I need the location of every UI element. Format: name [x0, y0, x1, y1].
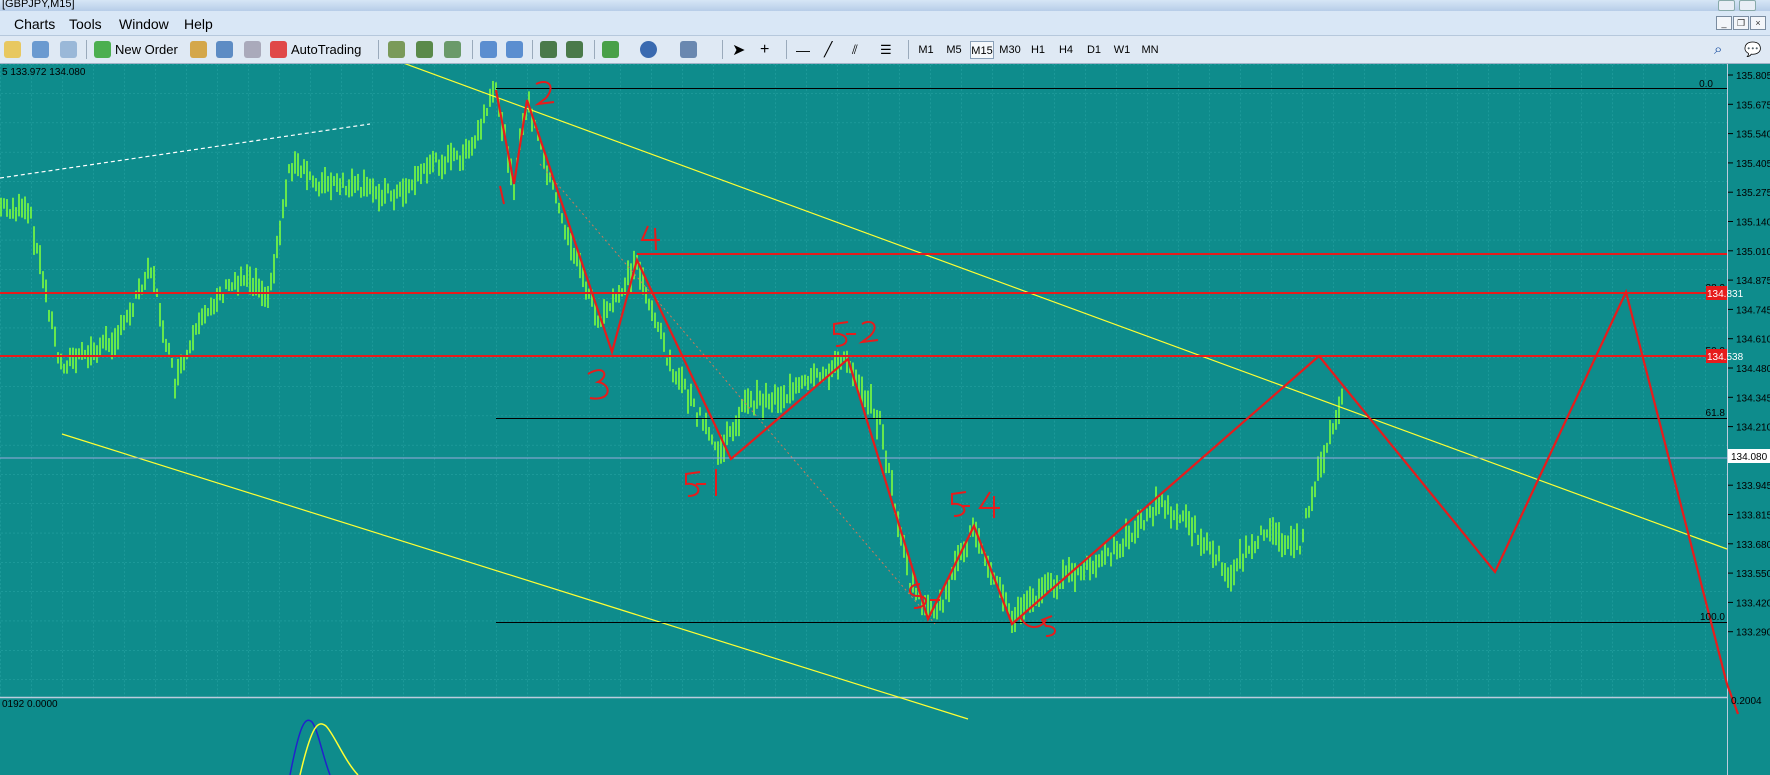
- close-window-icon[interactable]: ×: [1750, 16, 1766, 30]
- auto-scroll-icon[interactable]: [540, 39, 557, 60]
- chart-info: 5 133.972 134.080: [2, 67, 86, 78]
- minimize-icon[interactable]: _: [1716, 16, 1732, 30]
- timeframe-h1[interactable]: H1: [1026, 41, 1050, 59]
- restore-icon[interactable]: [1718, 0, 1735, 11]
- hline-label-2: 134.538: [1707, 352, 1744, 363]
- price-axis-label: 134.610: [1736, 335, 1770, 346]
- price-axis-label: 134.480: [1736, 364, 1770, 375]
- fib-label-61: 61.8: [1706, 408, 1726, 419]
- price-axis-label: 133.290: [1736, 628, 1770, 639]
- price-axis-label: 134.345: [1736, 393, 1770, 404]
- chart-window[interactable]: 5 133.972 134.080 0192 0.0000 0.0 38.2 5…: [0, 64, 1770, 775]
- new-order-label: New Order: [115, 42, 178, 57]
- price-axis-label: 135.010: [1736, 247, 1770, 258]
- trendline-icon[interactable]: ╱: [824, 39, 832, 60]
- channel-icon[interactable]: ⫽: [852, 39, 858, 60]
- metaeditor-icon[interactable]: [190, 39, 207, 60]
- menu-charts[interactable]: Charts: [14, 16, 55, 32]
- fibonacci-icon[interactable]: ☰: [880, 39, 892, 60]
- timeframe-w1[interactable]: W1: [1110, 41, 1134, 59]
- cursor-icon[interactable]: ➤: [732, 39, 745, 60]
- price-axis-label: 134.210: [1736, 423, 1770, 434]
- price-axis-label: 133.420: [1736, 598, 1770, 609]
- chat-icon[interactable]: 💬: [1744, 39, 1761, 60]
- market-watch-icon[interactable]: [32, 39, 49, 60]
- price-axis-label: 135.675: [1736, 100, 1770, 111]
- autotrading-label: AutoTrading: [291, 42, 362, 57]
- price-axis-label: 134.745: [1736, 305, 1770, 316]
- price-axis-label: 135.405: [1736, 159, 1770, 170]
- price-axis-label: 133.680: [1736, 540, 1770, 551]
- fib-label-0: 0.0: [1699, 79, 1713, 90]
- menu-help[interactable]: Help: [184, 16, 213, 32]
- title-bar: [GBPJPY,M15]: [0, 0, 1770, 11]
- zoom-in-icon[interactable]: [480, 39, 497, 60]
- navigator-icon[interactable]: [60, 39, 77, 60]
- price-axis: [1728, 64, 1770, 775]
- terminal-icon[interactable]: [216, 39, 233, 60]
- indicator-info: 0192 0.0000: [2, 699, 58, 710]
- price-axis-label: 133.815: [1736, 511, 1770, 522]
- indicator-value: 0.2004: [1731, 696, 1762, 707]
- price-axis-label: 135.805: [1736, 71, 1770, 82]
- price-chart[interactable]: 5 133.972 134.080 0192 0.0000 0.0 38.2 5…: [0, 64, 1770, 775]
- horizontal-line-icon[interactable]: —: [796, 39, 810, 60]
- window-title: [GBPJPY,M15]: [2, 0, 75, 10]
- hline-label-1: 134.831: [1707, 289, 1744, 300]
- periods-icon[interactable]: [640, 39, 657, 60]
- price-axis-label: 133.945: [1736, 481, 1770, 492]
- close-icon[interactable]: [1739, 0, 1756, 11]
- price-axis-label: 134.875: [1736, 276, 1770, 287]
- timeframe-m1[interactable]: M1: [914, 41, 938, 59]
- zoom-out-icon[interactable]: [506, 39, 523, 60]
- timeframe-m30[interactable]: M30: [998, 41, 1022, 59]
- search-icon[interactable]: ⌕: [1714, 39, 1722, 60]
- restore-window-icon[interactable]: ❐: [1733, 16, 1749, 30]
- timeframe-m15[interactable]: M15: [970, 41, 994, 59]
- line-chart-icon[interactable]: [444, 39, 461, 60]
- autotrading-icon: [270, 41, 287, 58]
- profiles-icon[interactable]: [4, 39, 21, 60]
- timeframe-mn[interactable]: MN: [1138, 41, 1162, 59]
- price-axis-label: 135.540: [1736, 130, 1770, 141]
- bar-chart-icon[interactable]: [388, 39, 405, 60]
- toolbar: New Order AutoTrading ➤ + — ╱ ⫽ ☰ M1 M5 …: [0, 36, 1770, 64]
- price-axis-label: 133.550: [1736, 569, 1770, 580]
- price-axis-label: 135.275: [1736, 188, 1770, 199]
- menu-bar: Charts Tools Window Help _ ❐ ×: [0, 11, 1770, 36]
- timeframe-d1[interactable]: D1: [1082, 41, 1106, 59]
- crosshair-icon[interactable]: +: [760, 39, 769, 60]
- price-axis-label: 135.140: [1736, 218, 1770, 229]
- menu-tools[interactable]: Tools: [69, 16, 102, 32]
- new-order-icon: [94, 41, 111, 58]
- fib-label-100: 100.0: [1700, 612, 1725, 623]
- templates-icon[interactable]: [680, 39, 697, 60]
- candle-chart-icon[interactable]: [416, 39, 433, 60]
- chart-grid: [0, 64, 1727, 697]
- timeframe-h4[interactable]: H4: [1054, 41, 1078, 59]
- menu-window[interactable]: Window: [119, 16, 169, 32]
- new-order-button[interactable]: New Order: [94, 39, 178, 60]
- timeframe-m5[interactable]: M5: [942, 41, 966, 59]
- current-price-label: 134.080: [1731, 452, 1768, 463]
- signals-icon[interactable]: [244, 39, 261, 60]
- autotrading-button[interactable]: AutoTrading: [270, 39, 361, 60]
- chart-shift-icon[interactable]: [566, 39, 583, 60]
- indicators-icon[interactable]: [602, 39, 619, 60]
- indicator-pane: [0, 698, 1727, 775]
